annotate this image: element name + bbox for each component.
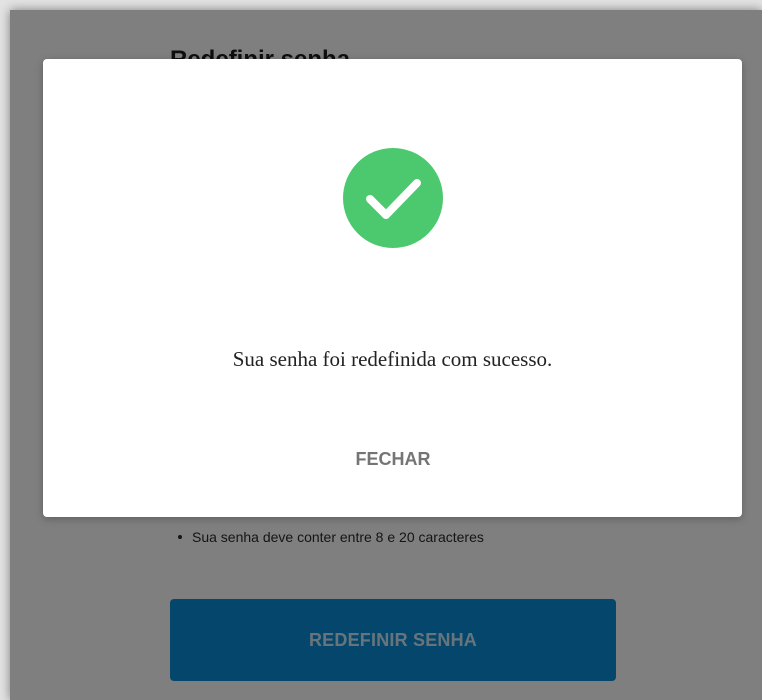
close-button[interactable]: FECHAR <box>333 439 453 479</box>
reset-password-page: Redefinir senha Sua senha deve conter en… <box>10 10 762 700</box>
check-circle-icon <box>343 148 443 248</box>
screenshot-frame: Redefinir senha Sua senha deve conter en… <box>0 0 762 700</box>
success-message: Sua senha foi redefinida com sucesso. <box>232 347 553 371</box>
success-dialog: Sua senha foi redefinida com sucesso. FE… <box>43 59 742 517</box>
